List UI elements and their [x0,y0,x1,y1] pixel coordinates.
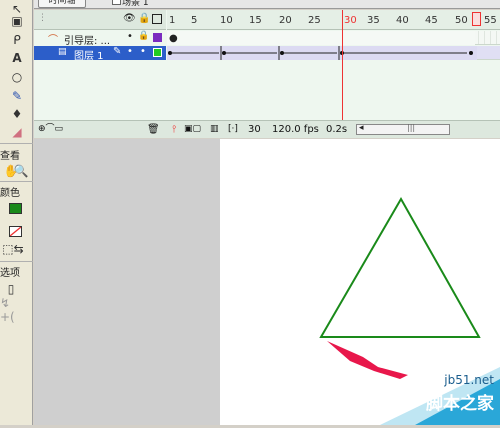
ink-bottle-icon[interactable]: ♦ [6,105,28,123]
divider [0,261,33,262]
scroll-left-icon[interactable]: ◂ [359,123,364,133]
current-frame: 30 [248,124,261,135]
divider [0,181,33,182]
layer-guide[interactable]: ⌒ 引导层: ... • 🔒 [34,31,166,47]
elapsed-time: 0.2s [326,124,348,135]
playhead-handle[interactable] [472,12,481,26]
divider [0,143,33,144]
pencil-icon: ✎ [113,46,122,57]
lock-icon[interactable]: 🔒 [138,13,150,24]
stage[interactable]: jb51.net 脚本之家 [220,139,500,425]
frame-number: 20 [279,15,292,26]
outline-icon[interactable] [152,14,162,24]
guide-span [167,31,475,45]
frame-number: 30 [344,15,357,26]
options-label: 选项 [0,268,20,279]
layer1-frames[interactable] [167,46,500,60]
top-bar: 时间轴 场景 1 [34,0,500,9]
frame-number: 40 [396,15,409,26]
modify-markers-icon[interactable]: [·] [228,123,238,136]
keyframe-dot[interactable]: ● [169,33,178,44]
timeline-status-bar: ⊕⌒▭ 🗑 ⫯ ▣▢ ▥ [·] 30 120.0 fps 0.2s ◂ ||| [34,120,500,138]
add-layer-icon[interactable]: ⊕⌒▭ [38,123,63,136]
lasso-icon[interactable]: ᑭ [6,31,28,49]
fill-color-icon[interactable] [4,222,26,240]
timeline-panel: ⋮ 👁 🔒 1 5 10 15 20 25 30 35 40 45 50 55 … [34,10,500,138]
frame-number: 35 [367,15,380,26]
frame-number: 15 [249,15,262,26]
layer-color-icon[interactable] [153,33,162,42]
center-frame-icon[interactable]: ⫯ [172,123,176,136]
eraser-icon[interactable]: ◢ [6,123,28,141]
layer-icon: ▤ [58,47,67,57]
panel-grip-icon: ⋮ [38,13,47,23]
guide-layer-icon: ⌒ [48,35,58,46]
frame-number: 55 [484,15,497,26]
motion-tween-arrows [167,46,477,60]
triangle-guide-path[interactable] [319,196,481,338]
guide-frames[interactable]: ● ● [167,31,500,45]
edit-multiple-frames-icon[interactable]: ▥ [210,123,219,136]
watermark-brand: 脚本之家 [426,394,494,414]
frame-number: 10 [220,15,233,26]
watermark-site: jb51.net [444,373,494,387]
lock-icon[interactable]: 🔒 [138,31,149,41]
tools-panel: ↖ ▣ ᑭ A ○ ✎ ♦ ◢ 查看 ✋ 🔍 颜色 ⬚⇆ 选项 ▯ ↯ +( [0,0,33,425]
timeline-scrollbar[interactable]: ◂ ||| [356,123,450,135]
layer-1[interactable]: ▤ 图层 1 ✎ • • [34,46,166,62]
scene-icon [112,0,121,5]
visibility-dot-icon[interactable]: • [127,31,133,42]
layer-header: ⋮ 👁 🔒 [34,10,166,30]
eye-icon[interactable]: 👁 [123,13,136,24]
frame-number: 50 [455,15,468,26]
scroll-thumb[interactable]: ||| [407,123,415,132]
pasteboard [34,139,220,425]
smooth-option-icon[interactable]: ↯ +( [0,296,22,324]
frame-grid[interactable]: ● ● [167,31,500,61]
layer-name: 图层 1 [74,51,104,62]
frame-rate[interactable]: 120.0 fps [272,123,319,136]
frame-number: 1 [169,15,176,26]
delete-layer-icon[interactable]: 🗑 [147,123,160,136]
timeline-tab[interactable]: 时间轴 [38,0,86,8]
zoom-icon[interactable]: 🔍 [10,162,32,180]
onion-skin-icon[interactable]: ▣▢ [184,123,201,136]
lock-dot-icon[interactable]: • [140,46,146,57]
swap-colors-icon[interactable]: ⬚⇆ [2,240,24,258]
layer-color-icon[interactable] [153,48,162,57]
subselect-icon[interactable]: ▣ [6,12,28,30]
frame-number: 25 [308,15,321,26]
playhead[interactable] [342,10,343,138]
text-icon[interactable]: A [6,49,28,67]
color-label: 颜色 [0,188,20,199]
scene-label[interactable]: 场景 1 [122,0,149,8]
layer-name: 引导层: ... [64,36,111,47]
stroke-color-icon[interactable] [4,199,26,217]
pencil-icon[interactable]: ✎ [6,87,28,105]
oval-icon[interactable]: ○ [6,68,28,86]
frame-number: 45 [425,15,438,26]
watermark: jb51.net 脚本之家 [360,367,500,425]
visibility-dot-icon[interactable]: • [127,46,133,57]
frame-ruler[interactable]: 1 5 10 15 20 25 30 35 40 45 50 55 [167,10,500,30]
frame-number: 5 [191,15,198,26]
view-label: 查看 [0,151,20,162]
